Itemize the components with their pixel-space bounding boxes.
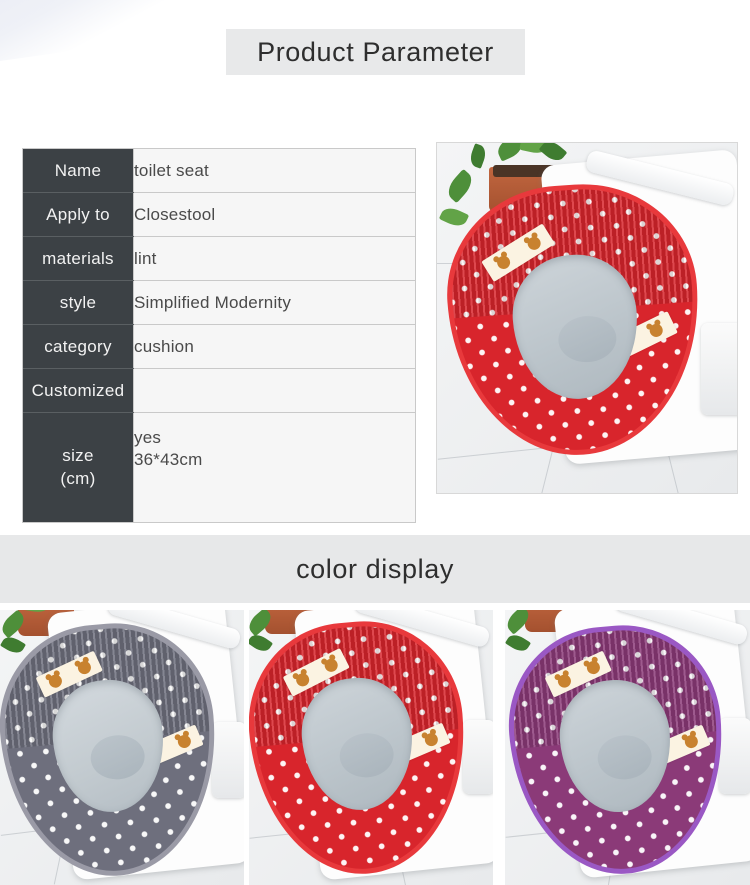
table-row: materials lint (23, 236, 415, 281)
bear-icon (46, 672, 64, 690)
color-variant-photo-purple (505, 610, 750, 885)
param-value-style: Simplified Modernity (133, 280, 415, 325)
table-row: Name toilet seat (23, 149, 415, 193)
param-value-materials: lint (133, 236, 415, 281)
param-label-customized: Customized (23, 368, 134, 413)
param-label-size-line1: size (62, 446, 94, 466)
toilet-brush-holder (463, 720, 493, 794)
param-value-apply-to: Closestool (133, 192, 415, 237)
bear-icon (493, 253, 512, 272)
bear-icon (422, 730, 440, 748)
bear-icon (524, 234, 543, 253)
bear-icon (293, 670, 311, 689)
table-row: Apply to Closestool (23, 192, 415, 237)
seat-cushion (505, 617, 734, 883)
param-value-customized (133, 368, 415, 413)
table-row: size (cm) yes 36*43cm (23, 412, 415, 522)
param-label-size: size (cm) (23, 412, 134, 522)
seat-cushion (249, 613, 476, 883)
table-row: style Simplified Modernity (23, 280, 415, 325)
param-label-apply-to: Apply to (23, 192, 134, 237)
bear-icon (175, 732, 193, 750)
variant-scene-gray (0, 610, 244, 885)
product-parameter-banner: Product Parameter (226, 29, 525, 75)
color-display-title: color display (296, 553, 454, 584)
bowl-inner-shadow (88, 733, 147, 782)
bear-icon (75, 658, 93, 677)
corner-gradient-wash (0, 0, 186, 65)
param-value-size-line1: yes (134, 428, 162, 447)
bowl-inner-shadow (556, 314, 618, 365)
color-variant-photo-gray (0, 610, 244, 885)
param-label-materials: materials (23, 236, 134, 281)
toilet-brush-holder (212, 722, 244, 798)
product-parameter-title: Product Parameter (257, 36, 494, 67)
bowl-inner-shadow (337, 731, 396, 780)
param-label-style: style (23, 280, 134, 325)
param-value-name: toilet seat (133, 149, 415, 193)
main-product-photo (436, 142, 738, 494)
product-scene (437, 143, 737, 493)
seat-cushion (0, 615, 227, 885)
bear-icon (682, 732, 700, 750)
bear-icon (321, 656, 340, 674)
parameter-table: Name toilet seat Apply to Closestool mat… (22, 148, 416, 523)
color-variant-photo-red (249, 610, 493, 885)
toilet-brush-holder (719, 718, 750, 794)
param-value-category: cushion (133, 324, 415, 369)
bear-icon (555, 672, 573, 690)
param-value-size: yes 36*43cm (133, 412, 415, 522)
bear-icon (584, 658, 602, 676)
toilet-brush-holder (701, 323, 737, 415)
table-row: category cushion (23, 324, 415, 369)
color-display-banner: color display (0, 535, 750, 603)
param-label-category: category (23, 324, 134, 369)
param-label-size-line2: (cm) (60, 468, 96, 488)
bowl-inner-shadow (595, 733, 654, 782)
variant-scene-red (249, 610, 493, 885)
param-value-size-line2: 36*43cm (134, 450, 203, 470)
variant-scene-purple (505, 610, 750, 885)
table-row: Customized (23, 368, 415, 413)
bear-icon (646, 321, 665, 339)
seat-cushion (439, 176, 709, 464)
param-label-name: Name (23, 149, 134, 193)
